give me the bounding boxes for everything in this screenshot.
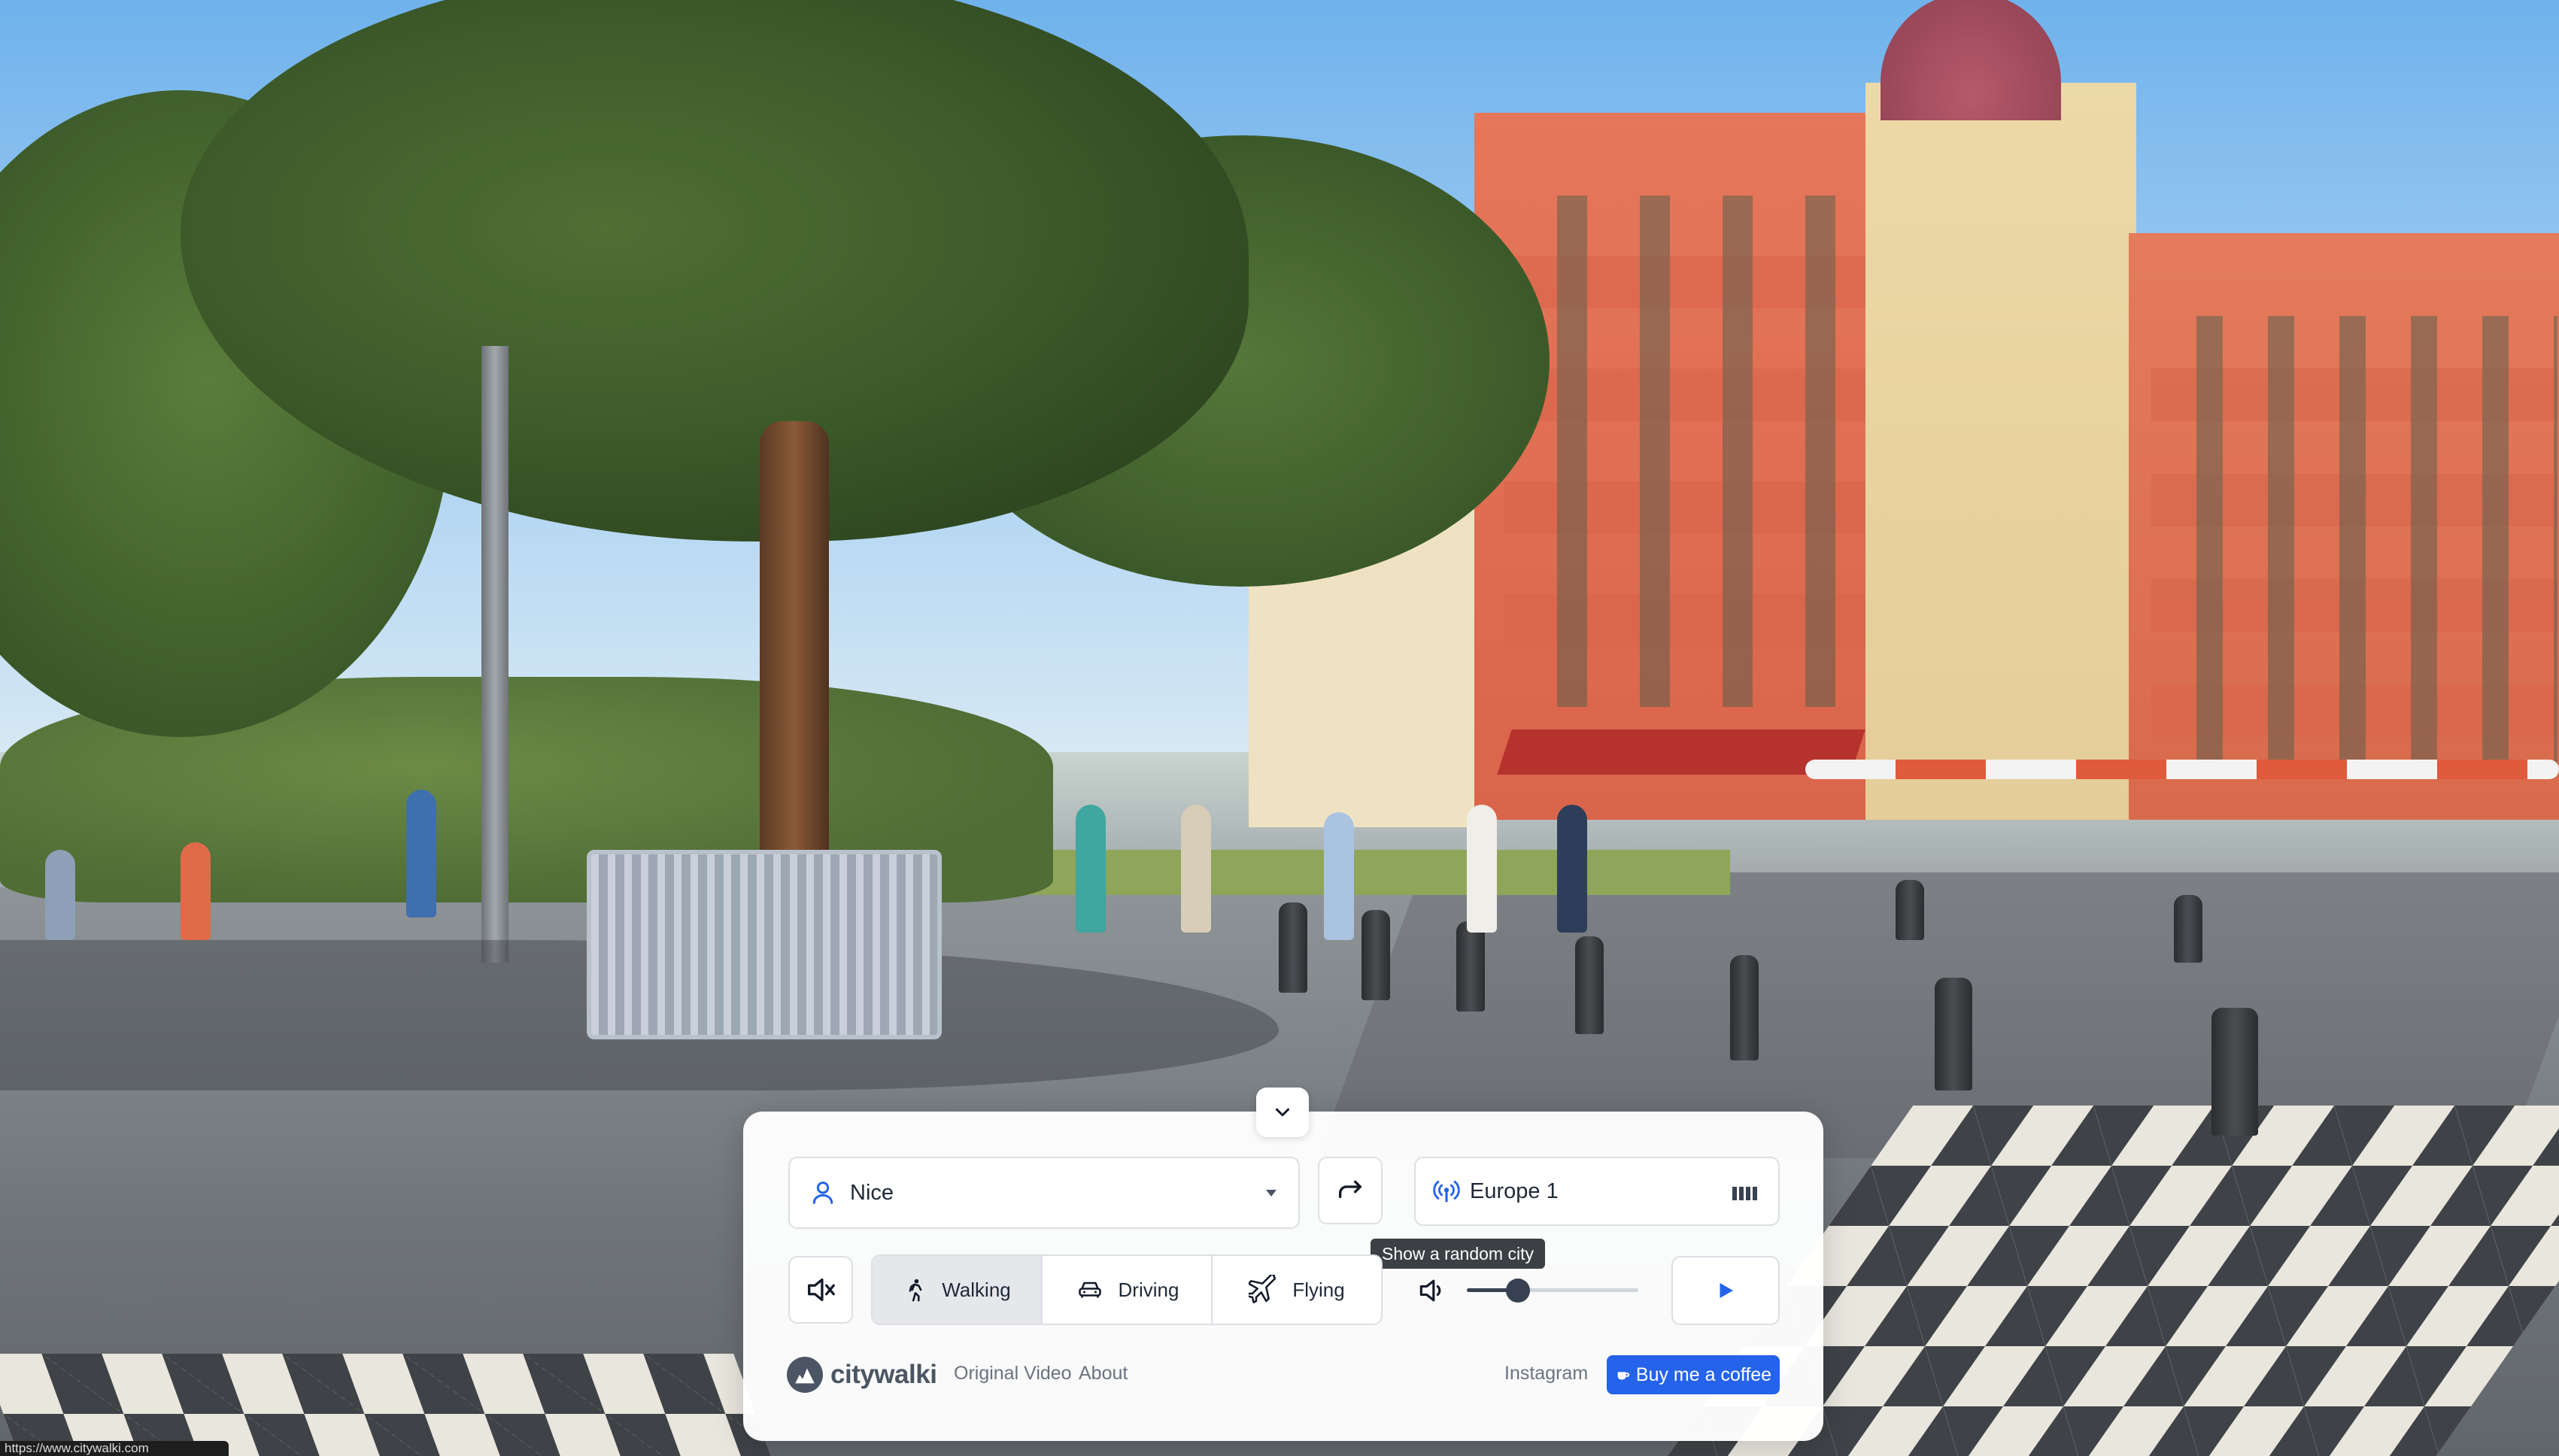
- right-building-windows: [2151, 316, 2557, 767]
- video-viewport: Nice Europe 1 Show a random city Walking: [0, 0, 2559, 1456]
- mode-flying-button[interactable]: Flying: [1213, 1256, 1381, 1324]
- equalizer-bars-icon: [1730, 1180, 1762, 1203]
- random-city-tooltip: Show a random city: [1371, 1239, 1545, 1269]
- airplane-icon: [1249, 1275, 1279, 1305]
- bollard: [1361, 910, 1390, 1000]
- pedestrian: [181, 842, 211, 940]
- mode-driving-button[interactable]: Driving: [1043, 1256, 1213, 1324]
- bollard: [1730, 955, 1759, 1060]
- redirect-arrow-icon: [1335, 1175, 1365, 1206]
- location-pin-person-icon: [808, 1178, 838, 1208]
- mode-walking-button[interactable]: Walking: [873, 1256, 1043, 1324]
- car-icon: [1075, 1276, 1105, 1303]
- pedestrian: [406, 790, 436, 918]
- bollard: [1896, 880, 1924, 940]
- pedestrian: [1557, 805, 1587, 933]
- brand-name: citywalki: [830, 1360, 937, 1389]
- radio-station-label: Europe 1: [1470, 1178, 1559, 1203]
- travel-mode-segmented-control: Walking Driving Flying: [871, 1254, 1383, 1325]
- pedestrian: [1467, 805, 1497, 933]
- selected-city-label: Nice: [850, 1180, 894, 1205]
- metal-barrier: [587, 850, 942, 1039]
- speaker-muted-icon: [803, 1272, 838, 1307]
- citywalki-logo-icon: [787, 1357, 823, 1393]
- pine-tree-trunk: [760, 421, 829, 887]
- pedestrian: [45, 850, 75, 940]
- corner-tower: [1865, 83, 2136, 820]
- instagram-link[interactable]: Instagram: [1504, 1363, 1588, 1385]
- mode-label: Driving: [1118, 1278, 1179, 1301]
- broadcast-icon: [1432, 1177, 1461, 1206]
- collapse-panel-button[interactable]: [1256, 1087, 1309, 1137]
- volume-icon: [1416, 1274, 1449, 1307]
- coffee-cup-icon: [1615, 1367, 1632, 1383]
- bollard: [1456, 921, 1485, 1012]
- radio-station-selector[interactable]: Europe 1: [1414, 1157, 1780, 1226]
- mute-toggle-button[interactable]: [788, 1256, 853, 1324]
- bollard: [1279, 902, 1307, 993]
- mode-label: Walking: [942, 1278, 1011, 1301]
- bollard: [2174, 895, 2202, 963]
- buy-me-a-coffee-button[interactable]: Buy me a coffee: [1607, 1355, 1780, 1394]
- chevron-down-icon: [1271, 1101, 1294, 1124]
- city-select[interactable]: Nice: [788, 1157, 1300, 1229]
- original-video-link[interactable]: Original Video: [954, 1363, 1072, 1385]
- bollard: [1575, 936, 1604, 1034]
- mode-label: Flying: [1292, 1278, 1345, 1301]
- pedestrian: [1324, 812, 1354, 940]
- coffee-button-label: Buy me a coffee: [1635, 1363, 1772, 1385]
- play-icon: [1714, 1279, 1737, 1302]
- brand-logo[interactable]: citywalki: [787, 1357, 937, 1393]
- bollard: [2211, 1008, 2258, 1136]
- street-lamp: [481, 346, 508, 963]
- cafe-umbrellas: [1805, 760, 2559, 779]
- play-button[interactable]: [1671, 1256, 1780, 1325]
- bollard: [1935, 978, 1972, 1090]
- about-link[interactable]: About: [1079, 1363, 1128, 1385]
- random-city-button[interactable]: [1318, 1157, 1383, 1224]
- walking-person-icon: [903, 1276, 928, 1304]
- status-bar-url: https://www.citywalki.com: [0, 1441, 229, 1456]
- tower-dome: [1881, 0, 2061, 120]
- pedestrian: [1076, 805, 1106, 933]
- caret-down-icon: [1262, 1184, 1280, 1202]
- pedestrian: [1181, 805, 1211, 933]
